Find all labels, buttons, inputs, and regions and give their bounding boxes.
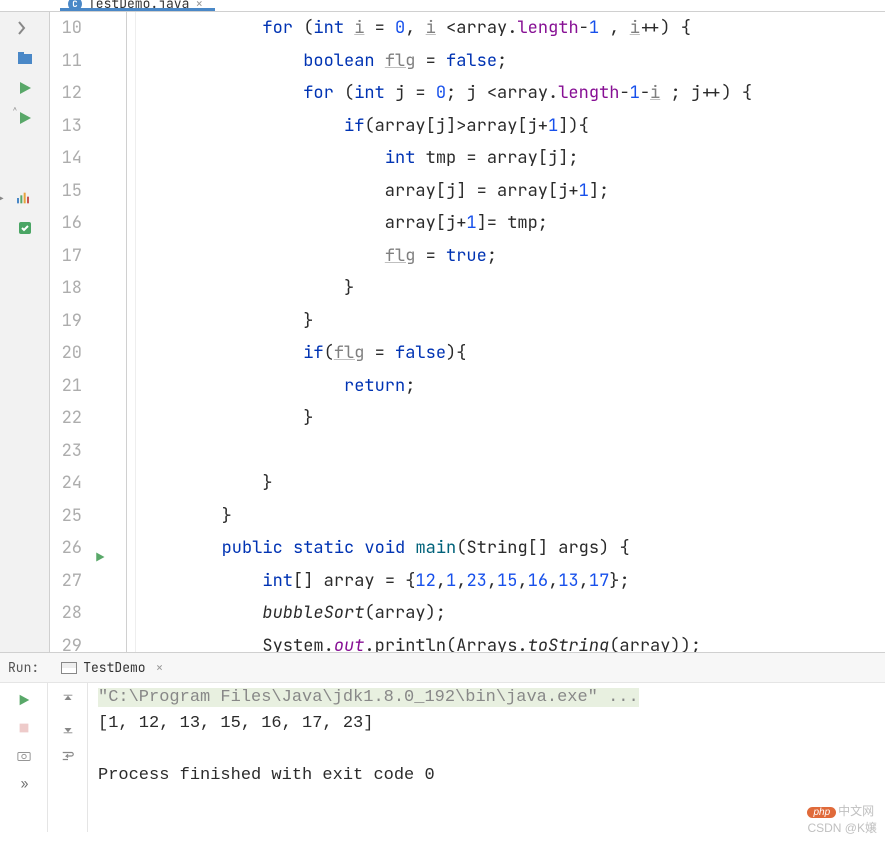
fold-column	[120, 12, 136, 652]
commit-icon[interactable]	[13, 218, 37, 238]
run-toolbar-secondary	[48, 683, 88, 832]
code-editor[interactable]: 1011121314151617181920212223242526272829…	[50, 12, 885, 652]
watermark: php中文网 CSDN @K嬢	[807, 802, 877, 836]
scroll-down-icon[interactable]	[59, 719, 77, 737]
gutter-icons	[90, 12, 120, 652]
code-content[interactable]: for (int i = 0, i <array.length-1 , i++)…	[136, 12, 885, 652]
close-run-tab-icon[interactable]: ×	[152, 659, 168, 676]
run-icon[interactable]	[13, 78, 37, 98]
camera-icon[interactable]	[15, 747, 33, 765]
run-config-icon	[61, 662, 77, 674]
run-label: Run:	[8, 659, 39, 676]
run-toolbar-primary: »	[0, 683, 48, 832]
soft-wrap-icon[interactable]	[59, 747, 77, 765]
run-config-tab[interactable]: TestDemo ×	[55, 657, 173, 678]
run-tool-window: Run: TestDemo × » "C:\Program Files\Java…	[0, 652, 885, 832]
more-icon[interactable]: »	[21, 775, 27, 792]
console-exit: Process finished with exit code 0	[98, 766, 435, 785]
left-tool-rail: ^ ▶	[0, 12, 50, 652]
structure-icon[interactable]: ▶	[10, 188, 40, 208]
close-tab-icon[interactable]: ×	[195, 0, 203, 11]
file-tab[interactable]: C TestDemo.java ×	[60, 0, 215, 11]
stop-icon[interactable]	[15, 719, 33, 737]
run-tab-name: TestDemo	[83, 659, 145, 676]
tab-filename: TestDemo.java	[88, 0, 189, 11]
run-gutter-icon[interactable]	[94, 542, 106, 575]
console-output[interactable]: "C:\Program Files\Java\jdk1.8.0_192\bin\…	[88, 683, 885, 832]
line-number-gutter: 1011121314151617181920212223242526272829…	[50, 12, 90, 652]
rerun-icon[interactable]	[15, 691, 33, 709]
console-command: "C:\Program Files\Java\jdk1.8.0_192\bin\…	[98, 688, 639, 707]
run-header: Run: TestDemo ×	[0, 653, 885, 683]
java-class-icon: C	[68, 0, 82, 11]
collapse-icon[interactable]	[13, 18, 37, 38]
console-stdout: [1, 12, 13, 15, 16, 17, 23]	[98, 714, 373, 733]
project-icon[interactable]	[13, 48, 37, 68]
scroll-up-icon[interactable]	[59, 691, 77, 709]
run-icon-2[interactable]: ^	[13, 108, 37, 128]
editor-tabs: C TestDemo.java ×	[0, 0, 885, 12]
